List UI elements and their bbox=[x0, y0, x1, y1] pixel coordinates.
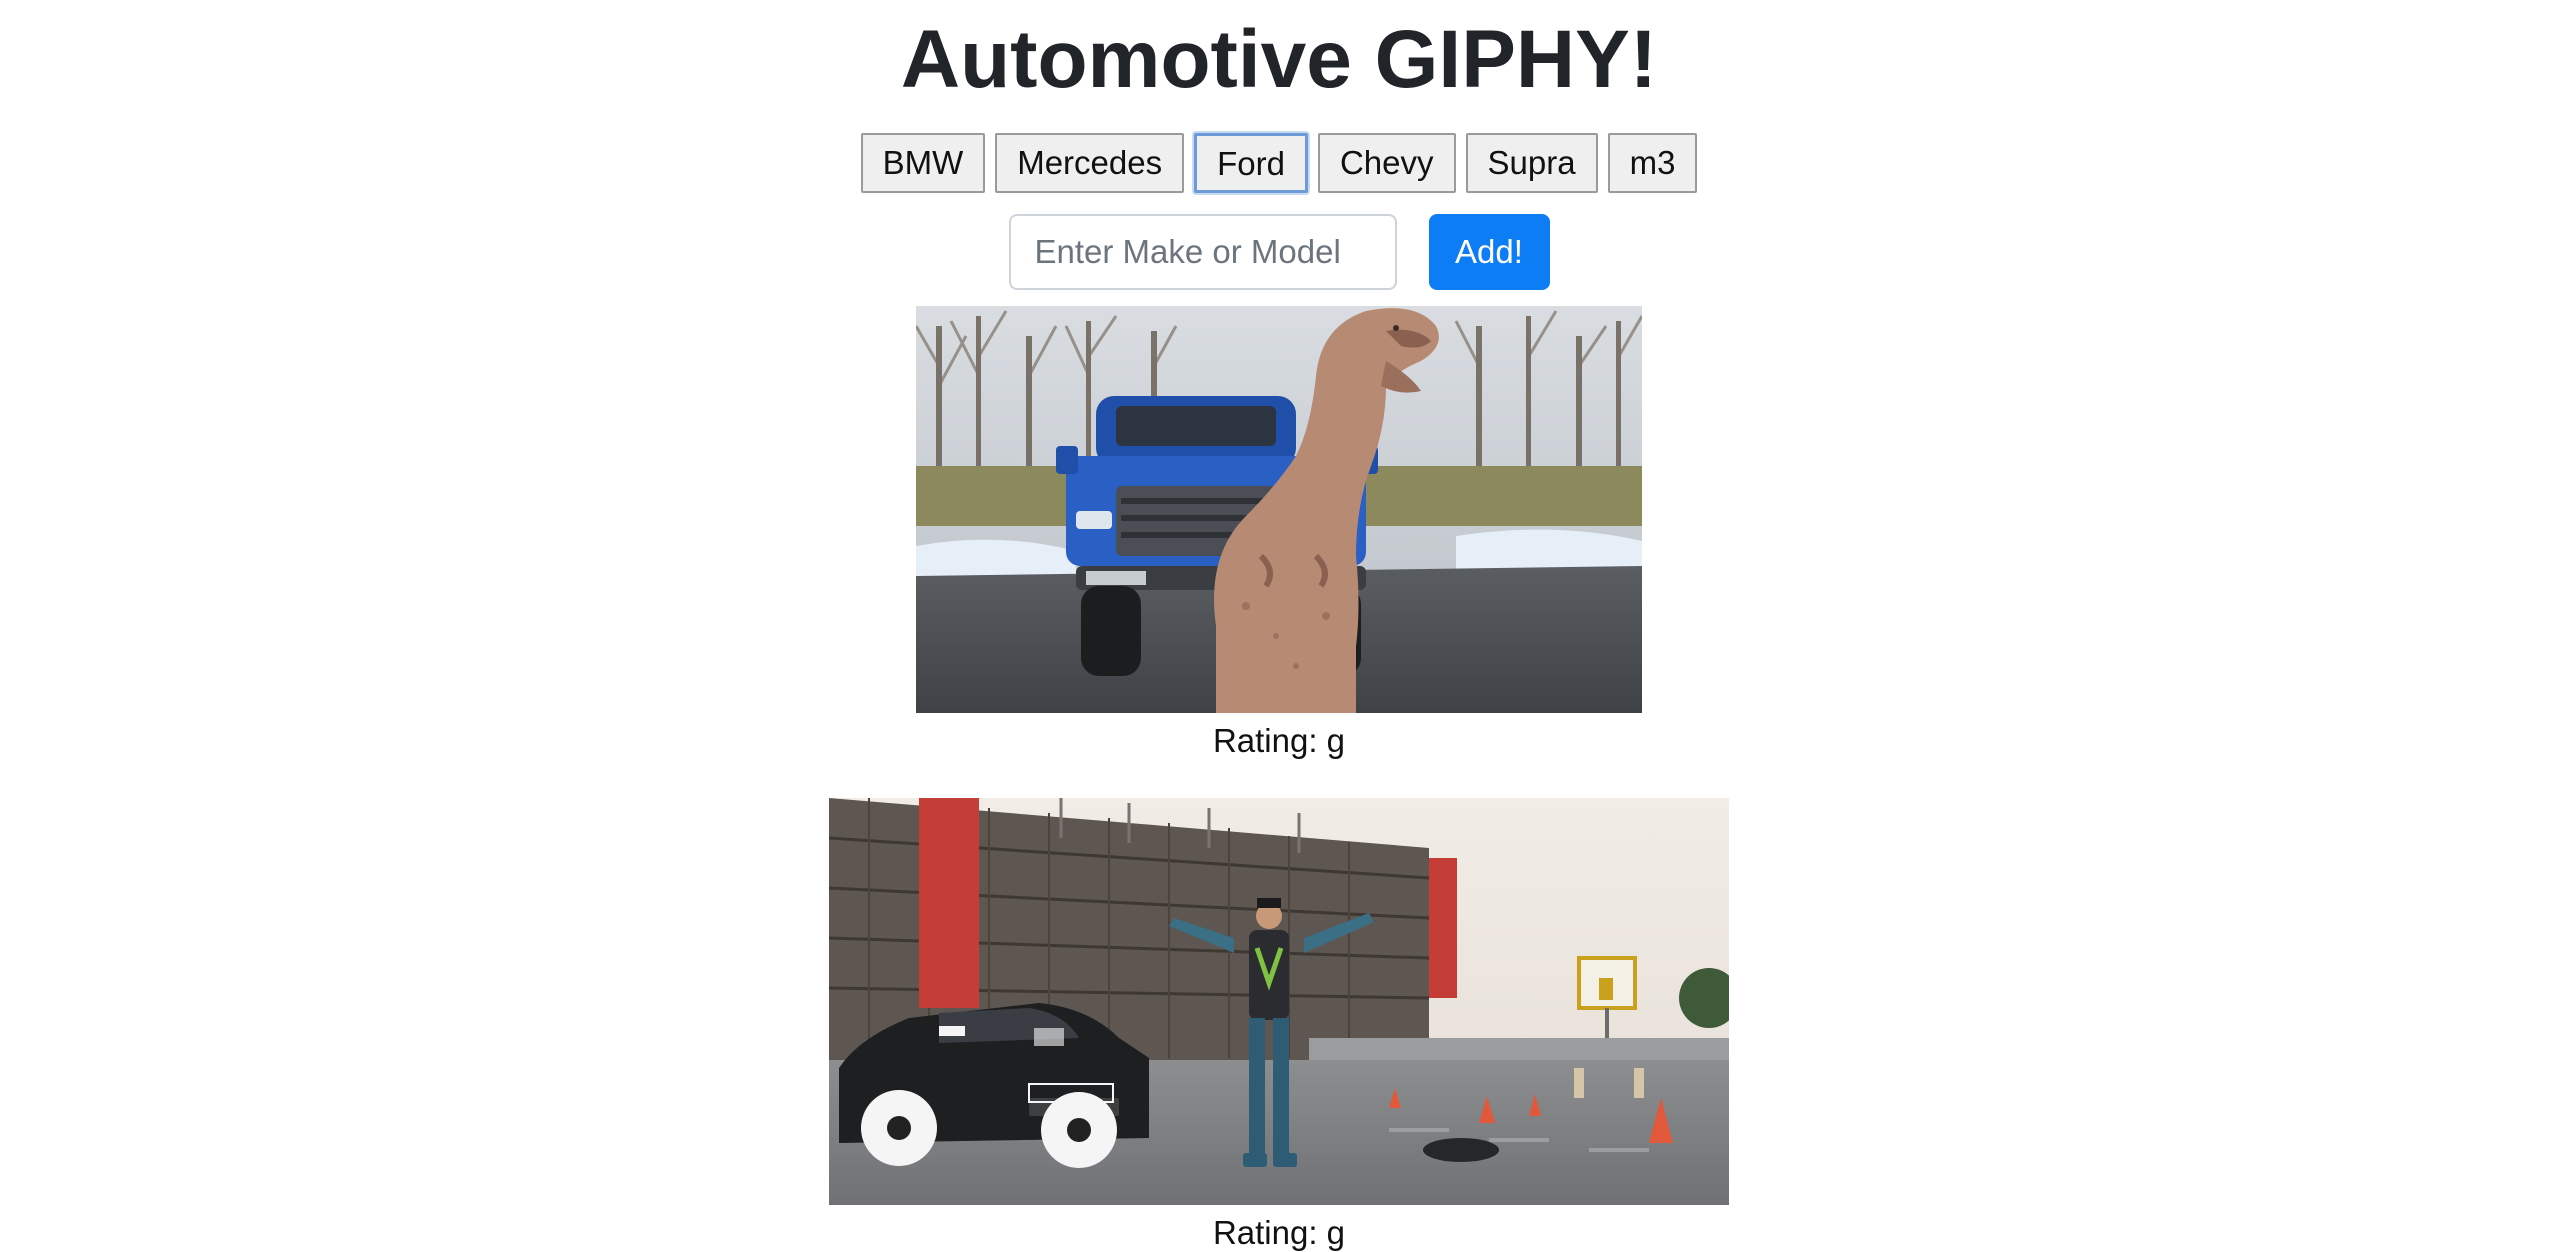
gif-image-rally-car-driver[interactable] bbox=[829, 798, 1729, 1205]
gif-card: Rating: g bbox=[0, 798, 2558, 1252]
topic-button-supra[interactable]: Supra bbox=[1465, 133, 1598, 193]
add-button[interactable]: Add! bbox=[1428, 214, 1550, 290]
gif-card: Rating: g bbox=[0, 306, 2558, 763]
topic-button-chevy[interactable]: Chevy bbox=[1317, 133, 1456, 193]
topic-button-bmw[interactable]: BMW bbox=[860, 133, 986, 193]
topic-button-mercedes[interactable]: Mercedes bbox=[995, 133, 1185, 193]
topic-button-m3[interactable]: m3 bbox=[1607, 133, 1698, 193]
make-model-input[interactable] bbox=[1008, 214, 1397, 290]
topic-button-row: BMW Mercedes Ford Chevy Supra m3 bbox=[0, 133, 2558, 193]
gif-image-truck-dinosaur[interactable] bbox=[916, 306, 1642, 713]
gif-rating: Rating: g bbox=[1212, 722, 1346, 759]
add-topic-form: Add! bbox=[0, 214, 2558, 290]
page-title: Automotive GIPHY! bbox=[900, 14, 1658, 105]
topic-button-ford[interactable]: Ford bbox=[1194, 133, 1308, 193]
gif-rating: Rating: g bbox=[1212, 1214, 1346, 1251]
page: Automotive GIPHY! BMW Mercedes Ford Chev… bbox=[0, 0, 2558, 1252]
